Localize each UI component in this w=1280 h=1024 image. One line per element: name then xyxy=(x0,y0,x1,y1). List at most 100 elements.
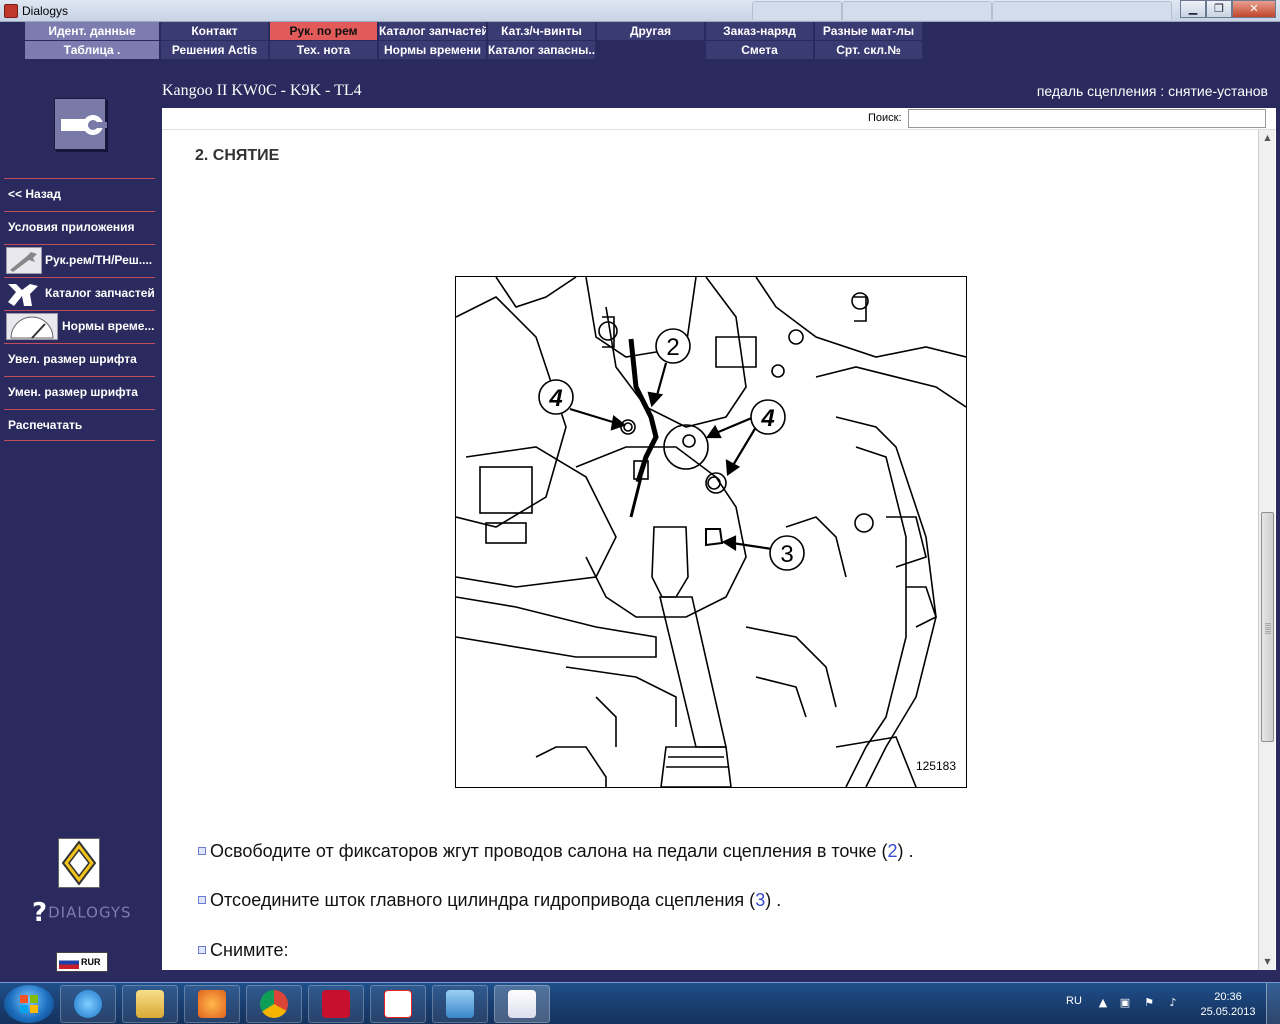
tray-expand-icon[interactable]: ▲ xyxy=(1096,997,1110,1009)
menu-repair-manual[interactable]: Рук. по рем xyxy=(270,22,377,40)
step-text: Снимите: xyxy=(210,940,289,960)
menu-ident-data[interactable]: Идент. данные xyxy=(25,22,159,40)
background-tab xyxy=(752,1,842,20)
menu-labour-times[interactable]: Нормы времени xyxy=(379,41,486,59)
java-icon xyxy=(508,990,536,1018)
step-item: Снимите: xyxy=(198,940,288,961)
taskbar-ie[interactable] xyxy=(60,985,116,1023)
kaspersky-icon xyxy=(322,990,350,1018)
sidebar-item-decrease-font[interactable]: Умен. размер шрифта xyxy=(4,376,155,408)
step-item: Освободите от фиксаторов жгут проводов с… xyxy=(198,841,914,862)
menu-stock-number[interactable]: Срт. скл.№ xyxy=(815,41,922,59)
sidebar-item-label: Нормы време... xyxy=(62,319,155,333)
java-app-icon xyxy=(4,4,18,18)
taskbar-explorer[interactable] xyxy=(122,985,178,1023)
window-controls: ▁ ❐ ✕ xyxy=(1180,0,1276,18)
step-item: Отсоедините шток главного цилиндра гидро… xyxy=(198,890,781,911)
document-view: 2. СНЯТИЕ 2 4 4 3 125183 Освободите от ф… xyxy=(162,130,1258,970)
windows-logo-icon xyxy=(20,995,38,1013)
callout-label: 4 xyxy=(548,385,562,412)
bullet-icon xyxy=(198,896,206,904)
menu-actis-solutions[interactable]: Решения Actis xyxy=(161,41,268,59)
sidebar-item-back[interactable]: << Назад xyxy=(4,178,155,210)
gauge-thumb-icon xyxy=(6,313,58,340)
step-tail: ) . xyxy=(765,890,782,910)
logo-text: DIALOGYS xyxy=(48,903,132,922)
vertical-scrollbar[interactable]: ▲ ═ ═ ═ ▼ xyxy=(1258,130,1275,970)
question-logo-icon: ? xyxy=(32,898,49,928)
step-tail: ) . xyxy=(897,841,914,861)
sidebar-item-label: Каталог запчастей xyxy=(45,286,155,300)
app-window: Dialogys ▁ ❐ ✕ Идент. данные Контакт Рук… xyxy=(0,0,1280,1024)
operation-title: педаль сцепления : снятие-установ xyxy=(1036,83,1268,99)
maximize-button[interactable]: ❐ xyxy=(1206,0,1232,18)
start-button[interactable] xyxy=(4,985,54,1023)
menu-estimate[interactable]: Смета xyxy=(706,41,813,59)
menu-spare-parts-catalog[interactable]: Каталог запасны... xyxy=(488,41,595,59)
sidebar-item-parts-catalog[interactable]: Каталог запчастей xyxy=(4,277,155,309)
menu-misc-materials[interactable]: Разные мат-лы xyxy=(815,22,922,40)
technical-drawing: 2 4 4 3 xyxy=(456,277,966,787)
taskbar-media-player[interactable] xyxy=(184,985,240,1023)
wrench-thumb-icon xyxy=(6,247,42,274)
scroll-down-arrow-icon[interactable]: ▼ xyxy=(1259,954,1276,970)
top-menu: Идент. данные Контакт Рук. по рем Катало… xyxy=(0,22,1280,80)
tray-clock[interactable]: 20:36 25.05.2013 xyxy=(1196,990,1260,1020)
sidebar-item-labour-times[interactable]: Нормы време... xyxy=(4,310,155,342)
sound-icon xyxy=(446,990,474,1018)
language-selector[interactable]: RUR xyxy=(56,952,108,972)
search-bar: Поиск: xyxy=(162,108,1276,130)
yandex-icon xyxy=(384,990,412,1018)
clutch-pedal-diagram: 2 4 4 3 125183 xyxy=(455,276,967,788)
parts-thumb-icon xyxy=(6,280,42,307)
wrench-logo-icon xyxy=(54,98,107,150)
menu-parts-catalog[interactable]: Каталог запчастей xyxy=(379,22,486,40)
volume-icon[interactable]: ♪ xyxy=(1166,997,1180,1009)
close-button[interactable]: ✕ xyxy=(1232,0,1276,18)
russia-flag-icon xyxy=(59,956,79,969)
step-ref-link[interactable]: 3 xyxy=(755,890,765,910)
sidebar-item-increase-font[interactable]: Увел. размер шрифта xyxy=(4,343,155,375)
bullet-icon xyxy=(198,847,206,855)
minimize-button[interactable]: ▁ xyxy=(1180,0,1206,18)
network-icon[interactable]: ▣ xyxy=(1118,997,1132,1009)
show-desktop-button[interactable] xyxy=(1266,983,1280,1024)
scroll-up-arrow-icon[interactable]: ▲ xyxy=(1259,130,1276,146)
menu-work-order[interactable]: Заказ-наряд xyxy=(706,22,813,40)
action-center-icon[interactable]: ⚑ xyxy=(1142,997,1156,1009)
taskbar-yandex[interactable] xyxy=(370,985,426,1023)
window-titlebar: Dialogys ▁ ❐ ✕ xyxy=(0,0,1280,22)
menu-table[interactable]: Таблица . xyxy=(25,41,159,59)
callout-label: 2 xyxy=(666,334,679,361)
bullet-icon xyxy=(198,946,206,954)
background-tab xyxy=(842,1,992,20)
sidebar-item-terms[interactable]: Условия приложения xyxy=(4,211,155,243)
sidebar-item-repair-manual[interactable]: Рук.рем/ТН/Реш.... xyxy=(4,244,155,276)
sidebar-item-label: Рук.рем/ТН/Реш.... xyxy=(45,253,153,267)
ie-icon xyxy=(74,990,102,1018)
search-input[interactable] xyxy=(908,109,1266,128)
background-tab xyxy=(992,1,1172,20)
window-title: Dialogys xyxy=(22,4,69,18)
content-panel: Поиск: 2. СНЯТИЕ 2 4 4 3 125183 Освободи… xyxy=(162,108,1276,970)
tray-language[interactable]: RU xyxy=(1066,995,1082,1007)
menu-tech-note[interactable]: Тех. нота xyxy=(270,41,377,59)
sidebar-item-print[interactable]: Распечатать xyxy=(4,409,155,441)
media-player-icon xyxy=(198,990,226,1018)
figure-number: 125183 xyxy=(915,759,956,773)
chrome-icon xyxy=(260,990,288,1018)
language-code: RUR xyxy=(81,957,101,967)
step-ref-link[interactable]: 2 xyxy=(888,841,898,861)
step-text: Освободите от фиксаторов жгут проводов с… xyxy=(210,841,888,861)
step-text: Отсоедините шток главного цилиндра гидро… xyxy=(210,890,756,910)
taskbar-chrome[interactable] xyxy=(246,985,302,1023)
menu-parts-screws[interactable]: Кат.з/ч-винты xyxy=(488,22,595,40)
taskbar-kaspersky[interactable] xyxy=(308,985,364,1023)
menu-contact[interactable]: Контакт xyxy=(161,22,268,40)
taskbar-sound[interactable] xyxy=(432,985,488,1023)
taskbar-java-dialogys[interactable] xyxy=(494,985,550,1023)
scrollbar-thumb[interactable]: ═ ═ ═ xyxy=(1261,512,1274,742)
menu-other[interactable]: Другая xyxy=(597,22,704,40)
renault-logo-icon xyxy=(58,838,100,888)
callout-label: 4 xyxy=(760,405,774,432)
